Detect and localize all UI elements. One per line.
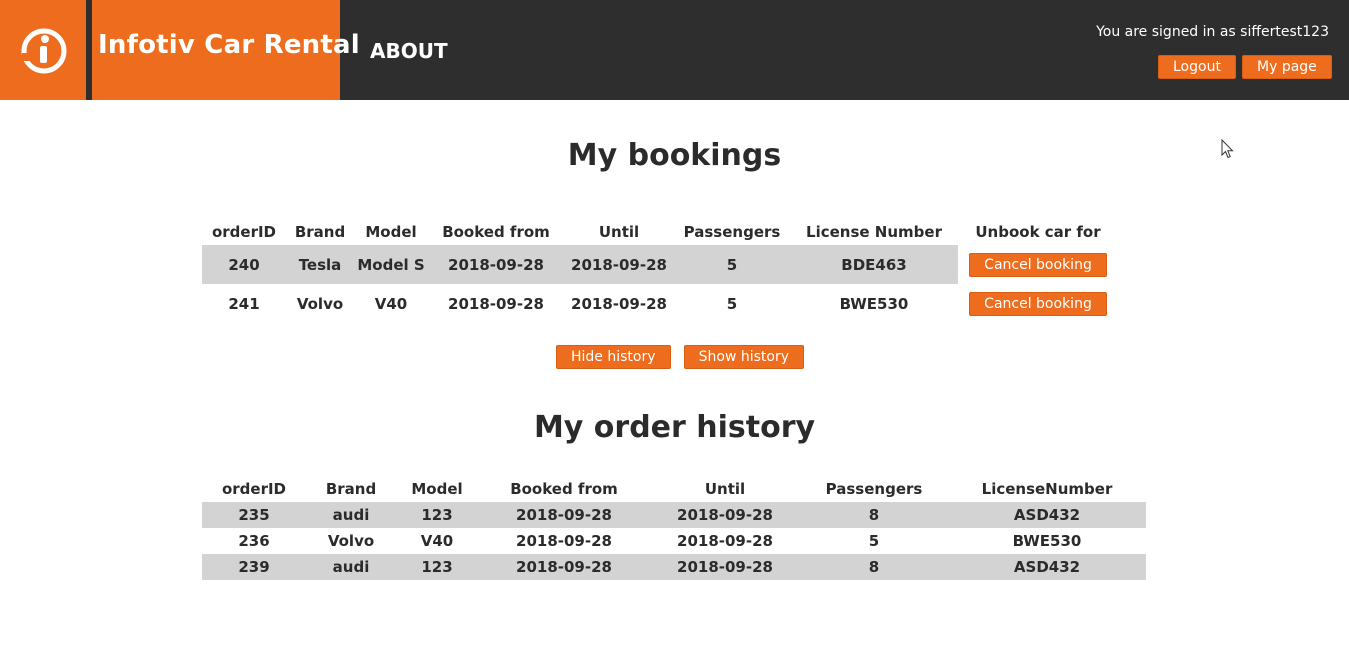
table-header-row: orderID Brand Model Booked from Until Pa… <box>202 219 1118 245</box>
license-cell: ASD432 <box>948 554 1146 580</box>
model-cell: 123 <box>396 502 478 528</box>
booked-from-cell: 2018-09-28 <box>478 554 650 580</box>
table-row: 240 Tesla Model S 2018-09-28 2018-09-28 … <box>202 245 1118 284</box>
brand-cell: audi <box>306 502 396 528</box>
passengers-cell: 8 <box>800 554 948 580</box>
brand-cell: audi <box>306 554 396 580</box>
bookings-title: My bookings <box>567 138 782 173</box>
column-header: Until <box>704 480 746 498</box>
until-cell: 2018-09-28 <box>677 532 773 550</box>
column-header: Passengers <box>825 480 923 498</box>
column-header: Brand <box>325 480 377 498</box>
brand-block: Infotiv Car Rental <box>0 0 360 100</box>
top-header: Infotiv Car Rental ABOUT You are signed … <box>0 0 1349 100</box>
cancel-booking-button[interactable]: Cancel booking <box>969 252 1107 277</box>
column-header: Unbook car for <box>975 223 1101 241</box>
my-page-button[interactable]: My page <box>1242 55 1332 79</box>
action-cell: Cancel booking <box>958 245 1118 284</box>
column-header: orderID <box>221 480 287 498</box>
booked-from-cell: 2018-09-28 <box>516 532 612 550</box>
until-cell: 2018-09-28 <box>571 294 667 313</box>
booked-from-cell: 2018-09-28 <box>478 502 650 528</box>
table-row: 239 audi 123 2018-09-28 2018-09-28 8 ASD… <box>202 554 1146 580</box>
license-cell: BWE530 <box>839 294 909 313</box>
booked-from-cell: 2018-09-28 <box>448 294 544 313</box>
brand-title[interactable]: Infotiv Car Rental <box>98 30 360 60</box>
history-controls: Hide history Show history <box>556 345 812 369</box>
column-header: LicenseNumber <box>981 480 1113 498</box>
action-cell: Cancel booking <box>958 284 1118 323</box>
column-header: Model <box>411 480 463 498</box>
order-id-cell: 236 <box>238 532 270 550</box>
column-header: Booked from <box>442 223 550 241</box>
column-header: orderID <box>211 223 277 241</box>
signed-in-text: You are signed in as siffertest123 <box>1096 24 1329 40</box>
column-header: Brand <box>294 223 346 241</box>
column-header: Booked from <box>510 480 618 498</box>
passengers-cell: 5 <box>726 294 738 313</box>
model-cell: V40 <box>420 532 454 550</box>
license-cell: ASD432 <box>948 502 1146 528</box>
mouse-cursor-icon <box>1221 139 1234 159</box>
column-header: Until <box>598 223 640 241</box>
until-cell: 2018-09-28 <box>564 245 674 284</box>
column-header: Passengers <box>683 223 781 241</box>
model-cell: 123 <box>396 554 478 580</box>
logout-button[interactable]: Logout <box>1158 55 1236 79</box>
order-id-cell: 240 <box>202 245 286 284</box>
model-cell: V40 <box>374 294 408 313</box>
column-header: License Number <box>806 223 942 241</box>
table-row: 241 Volvo V40 2018-09-28 2018-09-28 5 BW… <box>202 284 1118 323</box>
passengers-cell: 8 <box>800 502 948 528</box>
license-cell: BDE463 <box>790 245 958 284</box>
table-row: 236 Volvo V40 2018-09-28 2018-09-28 5 BW… <box>202 528 1146 554</box>
show-history-button[interactable]: Show history <box>683 345 805 369</box>
order-id-cell: 235 <box>202 502 306 528</box>
nav-about-link[interactable]: ABOUT <box>370 39 448 63</box>
order-history-table: orderID Brand Model Booked from Until Pa… <box>202 476 1146 580</box>
infotiv-logo-icon[interactable] <box>20 27 68 75</box>
table-row: 235 audi 123 2018-09-28 2018-09-28 8 ASD… <box>202 502 1146 528</box>
table-header-row: orderID Brand Model Booked from Until Pa… <box>202 476 1146 502</box>
brand-cell: Tesla <box>286 245 354 284</box>
brand-divider <box>86 0 92 100</box>
until-cell: 2018-09-28 <box>650 554 800 580</box>
brand-cell: Volvo <box>327 532 375 550</box>
license-cell: BWE530 <box>1012 532 1082 550</box>
model-cell: Model S <box>354 245 428 284</box>
order-id-cell: 241 <box>228 294 260 313</box>
until-cell: 2018-09-28 <box>650 502 800 528</box>
brand-cell: Volvo <box>296 294 344 313</box>
column-header: Model <box>365 223 417 241</box>
cancel-booking-button[interactable]: Cancel booking <box>969 291 1107 316</box>
bookings-table: orderID Brand Model Booked from Until Pa… <box>202 219 1118 323</box>
passengers-cell: 5 <box>674 245 790 284</box>
hide-history-button[interactable]: Hide history <box>556 345 671 369</box>
passengers-cell: 5 <box>868 532 880 550</box>
booked-from-cell: 2018-09-28 <box>428 245 564 284</box>
order-history-title: My order history <box>533 410 816 445</box>
order-id-cell: 239 <box>202 554 306 580</box>
